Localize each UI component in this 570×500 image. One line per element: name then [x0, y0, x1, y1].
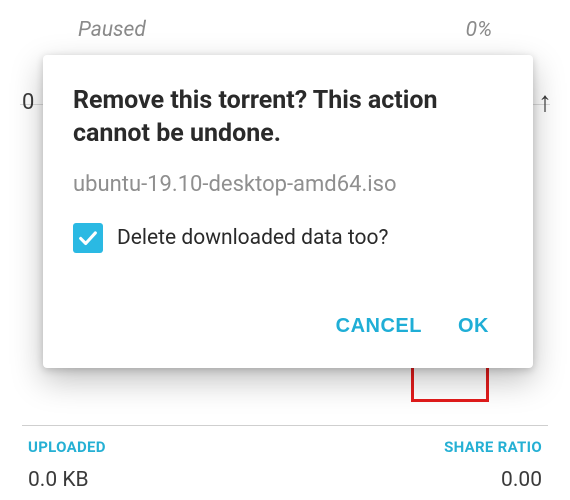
status-row: Paused 0% [20, 0, 550, 42]
share-ratio-value: 0.00 [501, 468, 542, 492]
share-ratio-label: SHARE RATIO [444, 438, 542, 456]
dialog-filename: ubuntu-19.10-desktop-amd64.iso [73, 172, 505, 197]
divider [22, 425, 548, 426]
cancel-button[interactable]: CANCEL [320, 305, 438, 348]
check-icon [77, 227, 99, 249]
delete-data-checkbox[interactable] [73, 223, 103, 253]
bg-fragment-left: 0 [22, 90, 34, 115]
torrent-progress: 0% [466, 18, 492, 42]
dialog-actions: CANCEL OK [73, 305, 505, 348]
uploaded-label: UPLOADED [28, 438, 106, 456]
torrent-status: Paused [78, 18, 146, 42]
dialog-title: Remove this torrent? This action cannot … [73, 85, 505, 150]
remove-torrent-dialog: Remove this torrent? This action cannot … [43, 55, 533, 368]
delete-data-option[interactable]: Delete downloaded data too? [73, 223, 505, 253]
stats-section: UPLOADED SHARE RATIO 0.0 KB 0.00 [0, 425, 570, 500]
uploaded-value: 0.0 KB [28, 468, 89, 492]
ok-button[interactable]: OK [442, 305, 505, 348]
upload-icon: ↑ [538, 85, 552, 118]
delete-data-label: Delete downloaded data too? [117, 226, 388, 250]
